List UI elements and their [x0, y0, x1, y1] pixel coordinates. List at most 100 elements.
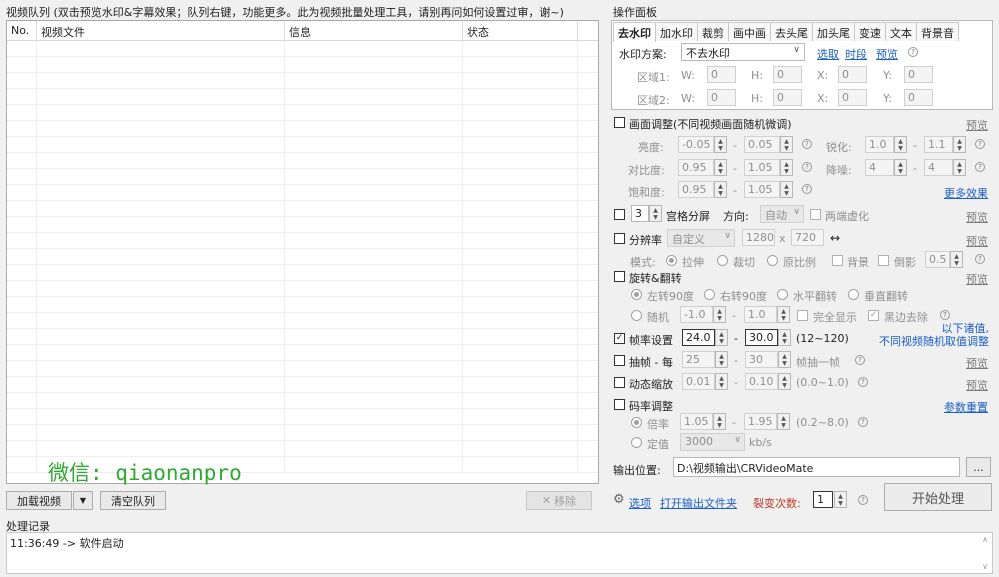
- ratio-min-spinner[interactable]: ▲ ▼: [713, 413, 726, 430]
- random-max-input[interactable]: 1.0: [744, 306, 777, 323]
- black-edge-checkbox[interactable]: ✓: [868, 310, 879, 321]
- preview-link[interactable]: 预览: [876, 46, 898, 62]
- left90-radio[interactable]: [631, 289, 642, 300]
- add-video-button[interactable]: 加载视频: [6, 491, 72, 510]
- drop-checkbox[interactable]: [614, 355, 625, 366]
- vflip-radio[interactable]: [848, 289, 859, 300]
- log-scroll-down[interactable]: ∨: [982, 562, 988, 571]
- open-output-folder-link[interactable]: 打开输出文件夹: [660, 495, 737, 511]
- clear-queue-button[interactable]: 清空队列: [100, 491, 166, 510]
- tab-add-watermark[interactable]: 加水印: [655, 22, 698, 41]
- grid-count-input[interactable]: 3: [631, 205, 649, 222]
- ratio-max-spinner[interactable]: ▲ ▼: [777, 413, 790, 430]
- region1-h-input[interactable]: 0: [773, 66, 802, 83]
- grid-checkbox[interactable]: [614, 209, 625, 220]
- zoom-preview-link[interactable]: 预览: [966, 377, 988, 393]
- grid-count-spinner[interactable]: ▲ ▼: [649, 205, 662, 222]
- region1-y-input[interactable]: 0: [904, 66, 933, 83]
- add-video-dropdown-button[interactable]: ▼: [73, 491, 93, 510]
- contrast-max-input[interactable]: 1.05: [744, 159, 780, 176]
- help-icon[interactable]: ?: [975, 254, 985, 264]
- browse-button[interactable]: ...: [966, 457, 991, 477]
- tab-pip[interactable]: 画中画: [728, 22, 771, 41]
- tab-speed[interactable]: 变速: [854, 22, 886, 41]
- region1-w-input[interactable]: 0: [707, 66, 736, 83]
- ratio-max-input[interactable]: 1.95: [744, 413, 777, 430]
- full-display-checkbox[interactable]: [797, 310, 808, 321]
- edge-blur-checkbox[interactable]: [810, 209, 821, 220]
- brightness-max-spinner[interactable]: ▲ ▼: [780, 136, 793, 153]
- drop-min-input[interactable]: 25: [682, 351, 715, 368]
- rotate-checkbox[interactable]: [614, 271, 625, 282]
- adjust-preview-link[interactable]: 预览: [966, 117, 988, 133]
- tab-remove-watermark[interactable]: 去水印: [613, 22, 656, 42]
- sharpen-min-spinner[interactable]: ▲ ▼: [894, 136, 907, 153]
- brightness-min-spinner[interactable]: ▲ ▼: [714, 136, 727, 153]
- contrast-min-spinner[interactable]: ▲ ▼: [714, 159, 727, 176]
- contrast-min-input[interactable]: 0.95: [678, 159, 714, 176]
- region2-x-input[interactable]: 0: [838, 89, 867, 106]
- denoise-min-input[interactable]: 4: [865, 159, 894, 176]
- sharpen-min-input[interactable]: 1.0: [865, 136, 894, 153]
- fps-max-input[interactable]: 30.0: [745, 329, 778, 346]
- reflection-spinner[interactable]: ▲ ▼: [950, 251, 963, 268]
- hflip-radio[interactable]: [777, 289, 788, 300]
- help-icon[interactable]: ?: [975, 139, 985, 149]
- log-scroll-up[interactable]: ∧: [982, 535, 988, 544]
- fps-max-spinner[interactable]: ▲ ▼: [778, 329, 791, 346]
- stretch-radio[interactable]: [666, 255, 677, 266]
- reflection-checkbox[interactable]: [878, 255, 889, 266]
- random-max-spinner[interactable]: ▲ ▼: [777, 306, 790, 323]
- pick-link[interactable]: 选取: [817, 46, 839, 62]
- zoom-min-input[interactable]: 0.01: [682, 373, 715, 390]
- crop-radio[interactable]: [717, 255, 728, 266]
- random-min-input[interactable]: -1.0: [680, 306, 713, 323]
- sharpen-max-input[interactable]: 1.1: [924, 136, 953, 153]
- resolution-preview-link[interactable]: 预览: [966, 233, 988, 249]
- denoise-min-spinner[interactable]: ▲ ▼: [894, 159, 907, 176]
- col-status[interactable]: 状态: [463, 21, 578, 40]
- help-icon[interactable]: ?: [858, 377, 868, 387]
- zoom-max-input[interactable]: 0.10: [745, 373, 778, 390]
- adjust-checkbox[interactable]: [614, 117, 625, 128]
- drop-preview-link[interactable]: 预览: [966, 355, 988, 371]
- region2-w-input[interactable]: 0: [707, 89, 736, 106]
- help-icon[interactable]: ?: [940, 310, 950, 320]
- fixed-radio[interactable]: [631, 437, 642, 448]
- background-checkbox[interactable]: [832, 255, 843, 266]
- zoom-checkbox[interactable]: [614, 377, 625, 388]
- direction-select[interactable]: 自动 ∨: [760, 205, 804, 223]
- split-input[interactable]: 1: [813, 491, 833, 508]
- help-icon[interactable]: ?: [975, 162, 985, 172]
- col-no[interactable]: No.: [7, 21, 37, 40]
- resolution-mode-select[interactable]: 自定义 ∨: [667, 229, 735, 247]
- fps-checkbox[interactable]: ✓: [614, 333, 625, 344]
- denoise-max-input[interactable]: 4: [924, 159, 953, 176]
- scheme-select[interactable]: 不去水印 ∨: [681, 43, 805, 61]
- saturation-min-spinner[interactable]: ▲ ▼: [714, 181, 727, 198]
- log-box[interactable]: 11:36:49 -> 软件启动 ∧ ∨: [6, 532, 993, 574]
- col-file[interactable]: 视频文件: [37, 21, 285, 40]
- fps-min-input[interactable]: 24.0: [682, 329, 715, 346]
- brightness-max-input[interactable]: 0.05: [744, 136, 780, 153]
- help-icon[interactable]: ?: [802, 162, 812, 172]
- resolution-checkbox[interactable]: [614, 233, 625, 244]
- saturation-max-spinner[interactable]: ▲ ▼: [780, 181, 793, 198]
- random-radio[interactable]: [631, 310, 642, 321]
- tab-text[interactable]: 文本: [885, 22, 917, 41]
- reset-params-link[interactable]: 参数重置: [944, 399, 988, 415]
- region2-h-input[interactable]: 0: [773, 89, 802, 106]
- drop-min-spinner[interactable]: ▲ ▼: [715, 351, 728, 368]
- tab-bgm[interactable]: 背景音: [916, 22, 959, 41]
- zoom-min-spinner[interactable]: ▲ ▼: [715, 373, 728, 390]
- drop-max-input[interactable]: 30: [745, 351, 778, 368]
- tab-add-head-tail[interactable]: 加头尾: [812, 22, 855, 41]
- more-effects-link[interactable]: 更多效果: [944, 185, 988, 201]
- col-info[interactable]: 信息: [285, 21, 463, 40]
- video-queue-table[interactable]: No. 视频文件 信息 状态: [6, 20, 599, 484]
- saturation-max-input[interactable]: 1.05: [744, 181, 780, 198]
- help-icon[interactable]: ?: [858, 495, 868, 505]
- region1-x-input[interactable]: 0: [838, 66, 867, 83]
- brightness-min-input[interactable]: -0.05: [678, 136, 714, 153]
- sharpen-max-spinner[interactable]: ▲ ▼: [953, 136, 966, 153]
